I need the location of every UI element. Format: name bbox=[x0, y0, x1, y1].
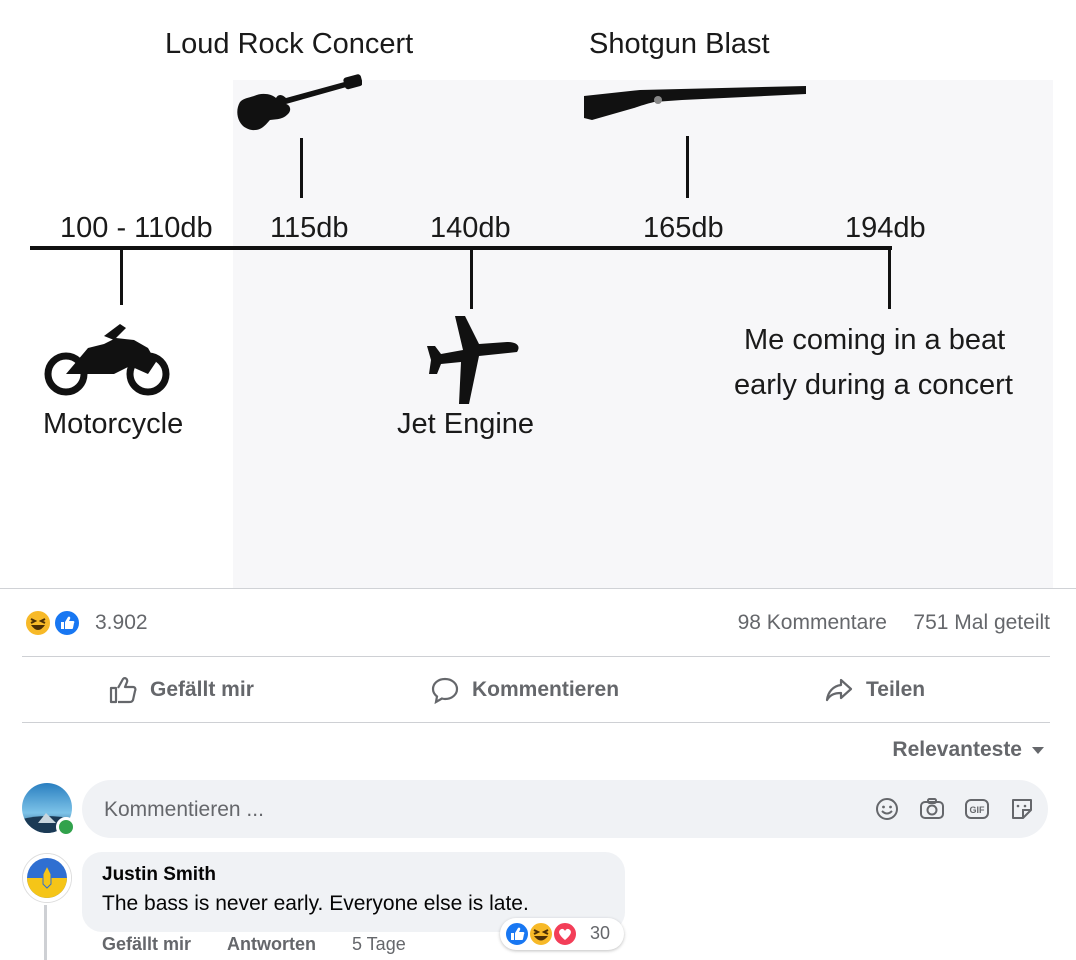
smiley-icon[interactable] bbox=[873, 795, 901, 823]
svg-text:GIF: GIF bbox=[970, 805, 986, 815]
haha-reaction-icon bbox=[528, 921, 554, 947]
tick-beat bbox=[888, 249, 891, 309]
divider-top bbox=[22, 656, 1050, 657]
caption-line-2: early during a concert bbox=[734, 369, 1013, 401]
label-shotgun-blast: Shotgun Blast bbox=[589, 28, 770, 60]
db-label-jet: 140db bbox=[430, 212, 511, 244]
love-reaction-icon bbox=[552, 921, 578, 947]
like-button[interactable]: Gefällt mir bbox=[108, 668, 254, 712]
label-loud-rock-concert: Loud Rock Concert bbox=[165, 28, 414, 60]
comment-reaction-count: 30 bbox=[590, 923, 611, 943]
db-label-beat: 194db bbox=[845, 212, 926, 244]
thread-line bbox=[44, 905, 47, 960]
comment-author[interactable]: Justin Smith bbox=[102, 864, 216, 886]
comment-age[interactable]: 5 Tage bbox=[352, 934, 406, 955]
caret-down-icon bbox=[1032, 746, 1044, 754]
thumbs-up-icon bbox=[109, 677, 137, 704]
gif-icon[interactable]: GIF bbox=[963, 795, 991, 823]
like-reaction-icon[interactable] bbox=[53, 609, 81, 637]
reactions-summary: 3.902 98 Kommentare 751 Mal geteilt bbox=[24, 606, 1052, 642]
comment-text: The bass is never early. Everyone else i… bbox=[102, 892, 529, 915]
tick-rock-concert bbox=[300, 138, 303, 198]
comment-sort-dropdown[interactable]: Relevanteste bbox=[892, 738, 1044, 762]
share-button[interactable]: Teilen bbox=[824, 668, 925, 712]
share-button-label: Teilen bbox=[866, 678, 926, 701]
label-motorcycle: Motorcycle bbox=[43, 408, 184, 440]
online-status-indicator bbox=[56, 817, 76, 837]
sticker-icon[interactable] bbox=[1008, 795, 1036, 823]
tick-shotgun bbox=[686, 136, 689, 198]
shares-count[interactable]: 751 Mal geteilt bbox=[913, 611, 1050, 635]
caption-line-1: Me coming in a beat bbox=[744, 324, 1006, 356]
like-reaction-icon bbox=[504, 921, 530, 947]
guitar-icon bbox=[237, 74, 362, 131]
motorcycle-icon bbox=[44, 324, 170, 396]
comment-like-link[interactable]: Gefällt mir bbox=[102, 934, 191, 955]
comment-reply-link[interactable]: Antworten bbox=[227, 934, 316, 955]
sort-label: Relevanteste bbox=[892, 738, 1022, 761]
speech-bubble-icon bbox=[431, 677, 459, 705]
db-label-shotgun: 165db bbox=[643, 212, 724, 244]
label-jet-engine: Jet Engine bbox=[397, 408, 535, 440]
airplane-icon bbox=[427, 316, 519, 404]
comment-button[interactable]: Kommentieren bbox=[430, 668, 619, 712]
shotgun-icon bbox=[584, 86, 806, 120]
post-image[interactable]: Loud Rock Concert Shotgun Blast 100 - 11… bbox=[0, 0, 1076, 588]
comment-input[interactable] bbox=[102, 780, 806, 840]
db-label-motorcycle: 100 - 110db bbox=[60, 212, 213, 244]
comments-count[interactable]: 98 Kommentare bbox=[738, 611, 887, 635]
tick-motorcycle bbox=[120, 249, 123, 305]
comment-composer[interactable]: GIF bbox=[82, 780, 1048, 840]
haha-reaction-icon[interactable] bbox=[24, 609, 52, 637]
db-label-rock: 115db bbox=[270, 212, 349, 244]
like-button-label: Gefällt mir bbox=[150, 678, 254, 701]
share-arrow-icon bbox=[825, 678, 853, 702]
timeline-axis bbox=[30, 246, 892, 250]
image-divider bbox=[0, 588, 1076, 589]
divider-bottom bbox=[22, 722, 1050, 723]
tick-jet bbox=[470, 249, 473, 309]
commenter-avatar[interactable] bbox=[22, 853, 72, 903]
comment-reactions[interactable]: 30 bbox=[500, 918, 624, 950]
camera-icon[interactable] bbox=[918, 795, 946, 823]
reaction-count[interactable]: 3.902 bbox=[95, 611, 148, 635]
comment-button-label: Kommentieren bbox=[472, 678, 620, 701]
